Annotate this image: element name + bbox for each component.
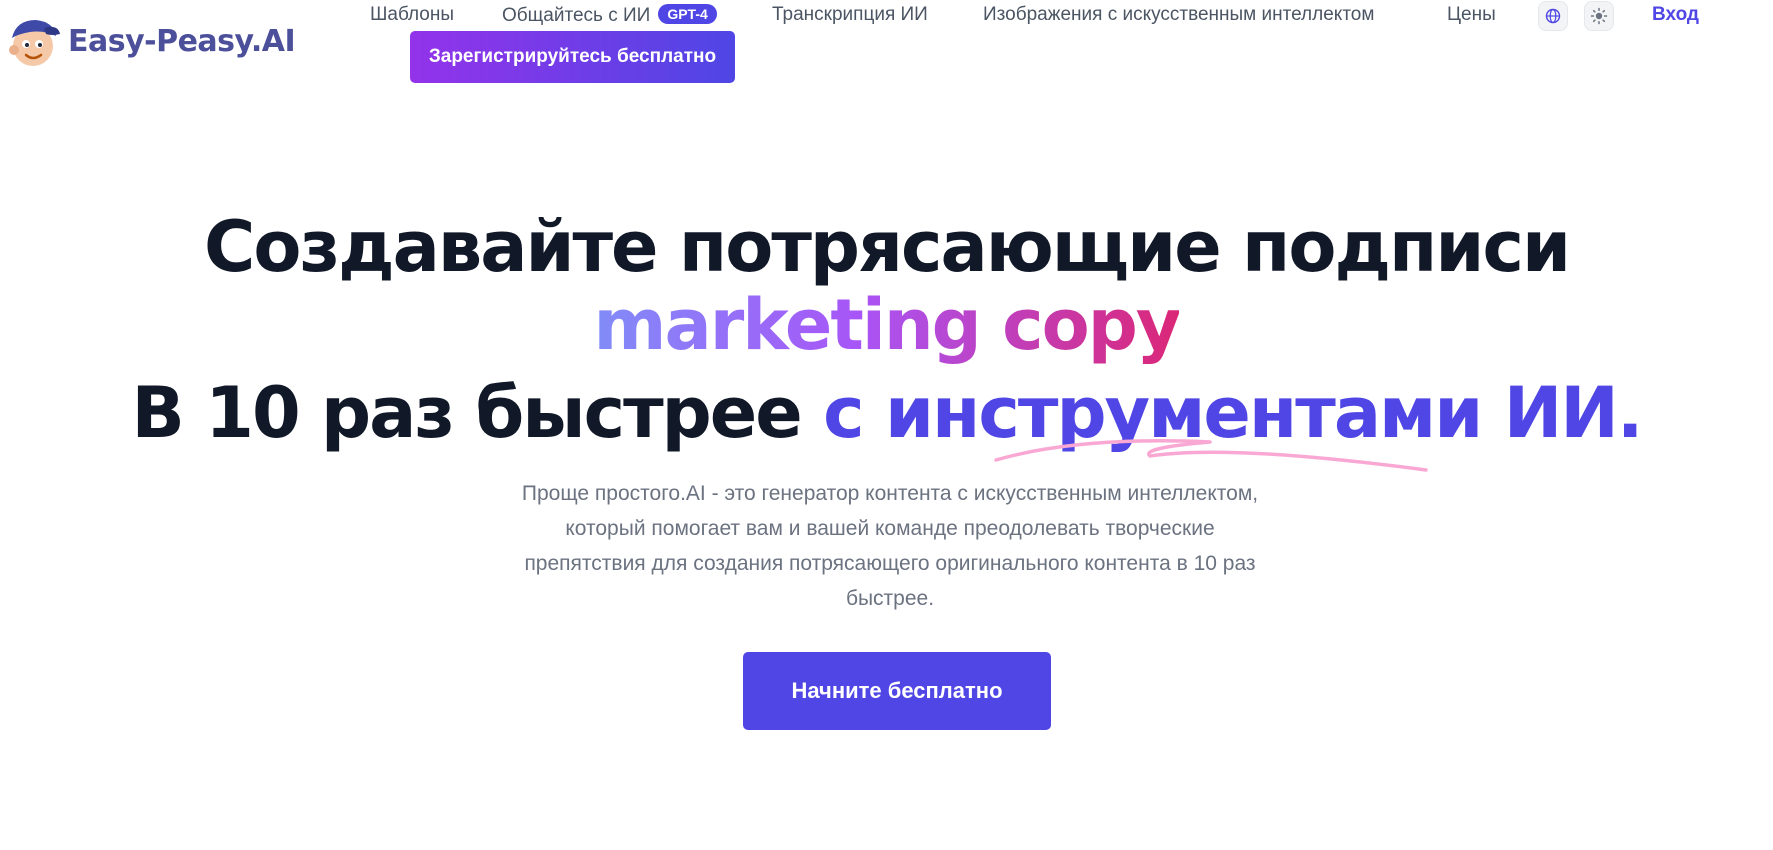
hero-title-line1: Создавайте потрясающие подписи: [204, 206, 1571, 288]
nav-transcription[interactable]: Транскрипция ИИ: [772, 4, 928, 26]
hero-line3-dark: В 10 раз быстрее: [131, 372, 803, 454]
globe-icon: [1545, 8, 1561, 24]
theme-toggle-button[interactable]: [1584, 1, 1614, 31]
underline-swoosh-decoration: [994, 439, 1428, 472]
nav-chat-label: Общайтесь с ИИ: [502, 5, 651, 26]
signup-button[interactable]: Зарегистрируйтесь бесплатно: [410, 31, 735, 83]
nav-chat[interactable]: Общайтесь с ИИ GPT-4: [502, 4, 717, 27]
logo-text: Easy-Peasy.AI: [68, 24, 296, 59]
hero-description: Проще простого.AI - это генератор контен…: [521, 482, 1259, 610]
page: Easy-Peasy.AI Шаблоны Общайтесь с ИИ GPT-…: [0, 0, 1773, 850]
hero-rotating-word: marketing copy: [593, 284, 1182, 366]
nav-templates[interactable]: Шаблоны: [370, 4, 454, 26]
nav-ai-images[interactable]: Изображения с искусственным интеллектом: [983, 4, 1374, 26]
language-button[interactable]: [1538, 1, 1568, 31]
main-nav: Шаблоны Общайтесь с ИИ GPT-4 Транскрипция…: [0, 0, 1773, 31]
hero-title-line2: marketing copy: [0, 290, 1773, 360]
nav-pricing[interactable]: Цены: [1447, 4, 1496, 26]
start-free-button[interactable]: Начните бесплатно: [743, 652, 1051, 730]
login-link[interactable]: Вход: [1652, 4, 1699, 26]
gpt4-badge: GPT-4: [658, 4, 717, 24]
hero-title-line3: В 10 раз быстрее с инструментами ИИ.: [0, 378, 1773, 448]
sun-icon: [1590, 7, 1608, 25]
